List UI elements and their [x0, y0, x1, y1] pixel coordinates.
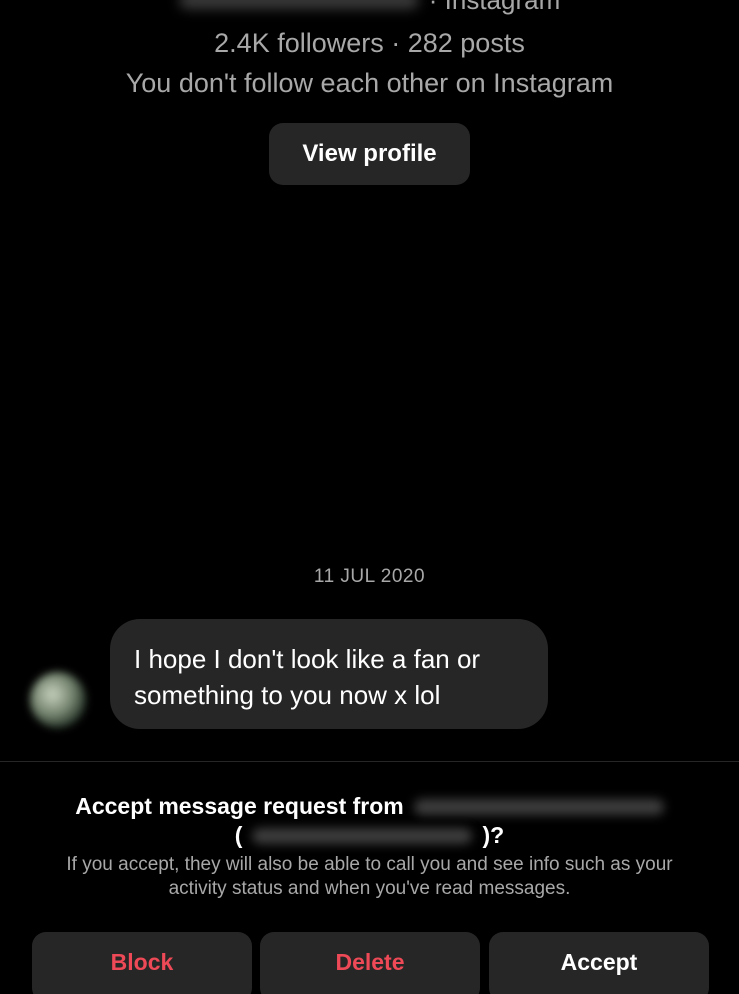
profile-summary: · Instagram 2.4K followers · 282 posts Y…	[0, 0, 739, 100]
message-request-screen: · Instagram 2.4K followers · 282 posts Y…	[0, 0, 739, 994]
message-bubble[interactable]: I hope I don't look like a fan or someth…	[110, 619, 548, 729]
request-title-prefix: Accept message request from	[75, 793, 404, 819]
divider	[0, 761, 739, 762]
request-description: If you accept, they will also be able to…	[66, 854, 673, 899]
accept-button[interactable]: Accept	[489, 932, 709, 994]
sender-avatar[interactable]	[30, 672, 86, 728]
message-date: 11 JUL 2020	[313, 566, 426, 587]
blurred-username	[178, 0, 419, 9]
message-text-line-2: something to you now x lol	[134, 680, 441, 710]
profile-stats: 2.4K followers · 282 posts	[214, 28, 525, 58]
blurred-full-name	[413, 798, 664, 815]
profile-handle-line: · Instagram	[0, 0, 739, 16]
request-title: Accept message request from ( )?	[0, 792, 739, 850]
blurred-handle	[252, 827, 473, 844]
message-text-line-1: I hope I don't look like a fan or	[134, 644, 481, 674]
request-title-suffix: )?	[482, 822, 505, 848]
delete-button[interactable]: Delete	[260, 932, 480, 994]
view-profile-button[interactable]: View profile	[269, 123, 470, 185]
follow-status-note: You don't follow each other on Instagram	[125, 68, 614, 98]
profile-source-label: · Instagram	[429, 0, 561, 16]
request-title-open-paren: (	[234, 822, 243, 848]
block-button[interactable]: Block	[32, 932, 252, 994]
